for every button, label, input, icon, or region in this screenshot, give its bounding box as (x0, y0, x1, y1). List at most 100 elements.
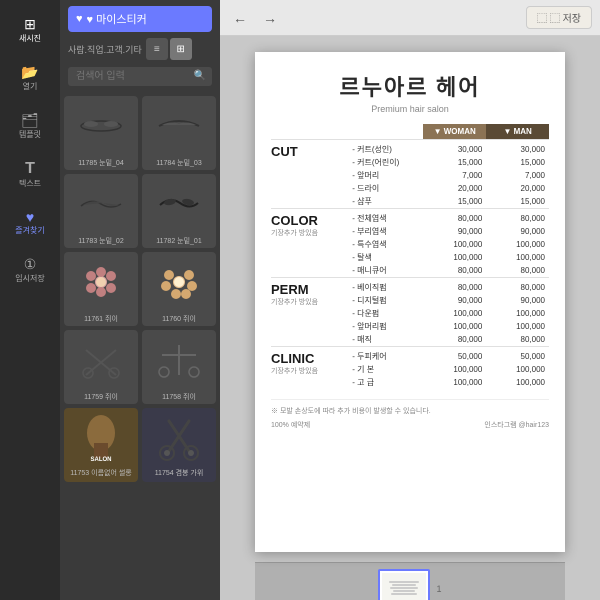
section-name-color: COLOR기장추가 방있음 (271, 209, 348, 278)
grid-view-button[interactable]: ⊞ (170, 38, 192, 60)
sticker-preview: SALON (64, 411, 138, 466)
sticker-item-11759[interactable]: 11759 쥐이 (64, 330, 138, 404)
heart-icon-sm: ♥ (76, 13, 83, 25)
sidebar: ⊞ 새시진 📂 열기 🗂 템플릿 T 텍스트 ♥ 즐겨찾기 ① 임시저장 (0, 0, 60, 600)
price-cut-4-man: 20,000 (486, 182, 549, 195)
price-cut-2-man: 15,000 (486, 156, 549, 169)
sidebar-item-account[interactable]: ① 임시저장 (8, 248, 52, 292)
back-button[interactable]: ← (228, 6, 252, 30)
folder-icon: 📂 (21, 64, 38, 81)
footer-vat: 100% 예약제 (271, 420, 310, 430)
sticker-item-11754[interactable]: 11754 겸봉 가위 (142, 408, 216, 482)
price-perm-3-man: 100,000 (486, 307, 549, 320)
section-clinic: CLINIC기장추가 방있음 - 두피케어 50,000 50,000 (271, 347, 549, 364)
sticker-label: 11782 눈밑_01 (142, 234, 216, 248)
sticker-label: 11761 쥐이 (64, 312, 138, 326)
sidebar-item-open[interactable]: 📂 열기 (8, 56, 52, 100)
price-color-3-man: 100,000 (486, 238, 549, 251)
item-perm-4: - 앞머리펌 (348, 320, 423, 333)
price-perm-5-woman: 80,000 (423, 333, 486, 347)
list-view-button[interactable]: ≡ (146, 38, 168, 60)
my-stickers-button[interactable]: ♥ ♥ 마이스티커 (68, 6, 212, 32)
item-color-1: - 전체염색 (348, 209, 423, 226)
sticker-item-11783[interactable]: 11783 눈밑_02 (64, 174, 138, 248)
man-header: ▼ MAN (486, 124, 549, 140)
price-color-2-man: 90,000 (486, 225, 549, 238)
thumb-line (389, 581, 419, 583)
sidebar-item-favorites[interactable]: ♥ 즐겨찾기 (8, 200, 52, 244)
item-cut-2: - 커트(어린이) (348, 156, 423, 169)
price-cut-1-man: 30,000 (486, 140, 549, 157)
thumbnail-page-1[interactable] (378, 569, 430, 600)
sidebar-item-new[interactable]: ⊞ 새시진 (8, 8, 52, 52)
sticker-label: 11759 쥐이 (64, 390, 138, 404)
forward-button[interactable]: → (258, 6, 282, 30)
sticker-item-11760[interactable]: 11760 쥐이 (142, 252, 216, 326)
sticker-label: 11783 눈밑_02 (64, 234, 138, 248)
price-clinic-3-woman: 100,000 (423, 376, 486, 389)
price-clinic-2-man: 100,000 (486, 363, 549, 376)
thumb-line (390, 587, 418, 589)
section-perm: PERM기장추가 방있음 - 베이직펌 80,000 80,000 (271, 278, 549, 295)
search-input[interactable] (68, 67, 212, 86)
price-cut-4-woman: 20,000 (423, 182, 486, 195)
sticker-item-11761[interactable]: 11761 쥐이 (64, 252, 138, 326)
section-cut: CUT - 커트(성인) 30,000 30,000 (271, 140, 549, 157)
item-color-2: - 부리염색 (348, 225, 423, 238)
thumb-line (391, 593, 417, 595)
item-clinic-1: - 두피케어 (348, 347, 423, 364)
canvas-area[interactable]: 르누아르 헤어 Premium hair salon ▼ WOMAN ▼ MAN… (220, 36, 600, 600)
empty-header2 (348, 124, 423, 140)
sidebar-item-templates[interactable]: 🗂 템플릿 (8, 104, 52, 148)
sticker-preview (142, 96, 216, 156)
grid-row-2: 11783 눈밑_02 11782 눈밑_01 (64, 174, 216, 248)
sticker-item-11758[interactable]: 11758 쥐이 (142, 330, 216, 404)
price-color-5-man: 80,000 (486, 264, 549, 278)
price-color-4-man: 100,000 (486, 251, 549, 264)
section-color: COLOR기장추가 방있음 - 전체염색 80,000 80,000 (271, 209, 549, 226)
save-icon: ⬚ (537, 14, 547, 25)
price-perm-4-man: 100,000 (486, 320, 549, 333)
price-perm-4-woman: 100,000 (423, 320, 486, 333)
price-cut-5-man: 15,000 (486, 195, 549, 209)
sticker-preview (64, 96, 138, 156)
sticker-label: 11760 쥐이 (142, 312, 216, 326)
item-cut-5: - 샴푸 (348, 195, 423, 209)
footer-bottom: 100% 예약제 인스타그램 @hair123 (271, 420, 549, 430)
sticker-preview (142, 252, 216, 312)
doc-title: 르누아르 헤어 (271, 70, 549, 102)
thumb-inner (382, 573, 426, 600)
templates-icon: 🗂 (21, 112, 39, 129)
sticker-preview (64, 330, 138, 390)
price-cut-5-woman: 15,000 (423, 195, 486, 209)
section-name-perm: PERM기장추가 방있음 (271, 278, 348, 347)
grid-row-3: 11761 쥐이 11760 쥐이 (64, 252, 216, 326)
panel-header: ♥ ♥ 마이스티커 사람.직업.고객.기타 ≡ ⊞ 🔍 (60, 0, 220, 92)
text-icon: T (25, 160, 35, 178)
price-color-1-man: 80,000 (486, 209, 549, 226)
sticker-label: 11758 쥐이 (142, 390, 216, 404)
sticker-label: 11785 눈밑_04 (64, 156, 138, 170)
doc-subtitle: Premium hair salon (271, 104, 549, 114)
sticker-item-11782[interactable]: 11782 눈밑_01 (142, 174, 216, 248)
new-icon: ⊞ (24, 16, 36, 33)
price-clinic-1-woman: 50,000 (423, 347, 486, 364)
save-button[interactable]: ⬚ ⬚ 저장 (526, 6, 592, 29)
grid-row-4: 11759 쥐이 11758 쥐이 (64, 330, 216, 404)
search-wrap: 🔍 (68, 66, 212, 86)
sidebar-item-text[interactable]: T 텍스트 (8, 152, 52, 196)
thumb-line (393, 590, 415, 592)
sticker-item-11753[interactable]: SALON 11753 이름없어 썰롱 (64, 408, 138, 482)
sticker-preview (142, 330, 216, 390)
toolbar: ← → ⬚ ⬚ 저장 (220, 0, 600, 36)
sticker-item-11785[interactable]: 11785 눈밑_04 (64, 96, 138, 170)
grid-row-1: 11785 눈밑_04 11784 눈밑_03 (64, 96, 216, 170)
sticker-item-11784[interactable]: 11784 눈밑_03 (142, 96, 216, 170)
item-perm-5: - 매직 (348, 333, 423, 347)
item-cut-3: - 앞머리 (348, 169, 423, 182)
price-color-1-woman: 80,000 (423, 209, 486, 226)
price-clinic-1-man: 50,000 (486, 347, 549, 364)
item-perm-1: - 베이직펌 (348, 278, 423, 295)
price-color-4-woman: 100,000 (423, 251, 486, 264)
sticker-panel: ♥ ♥ 마이스티커 사람.직업.고객.기타 ≡ ⊞ 🔍 (60, 0, 220, 600)
